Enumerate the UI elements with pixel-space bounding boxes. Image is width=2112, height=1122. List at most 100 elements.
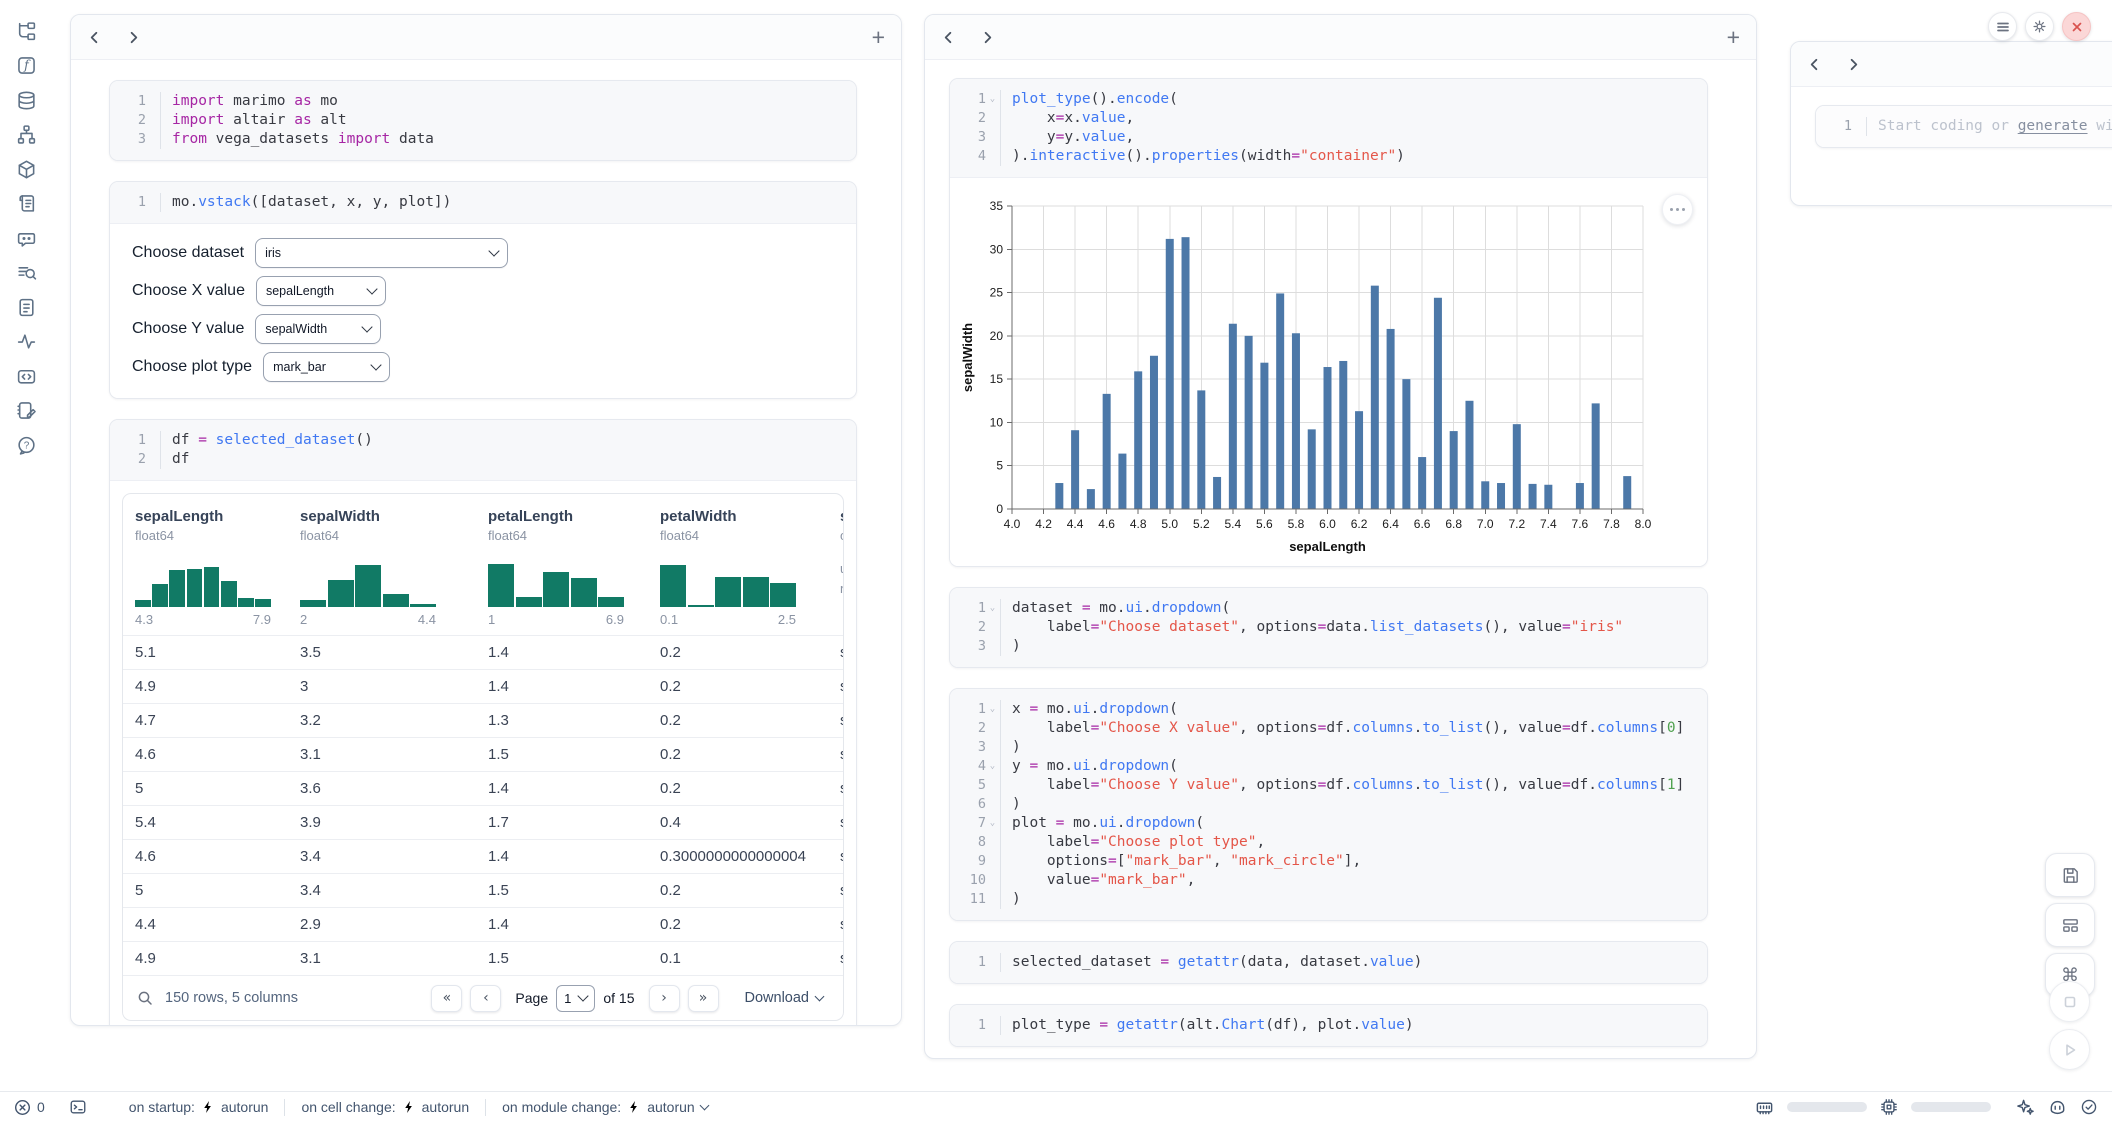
code-line: 3 y=y.value, — [960, 128, 1693, 147]
svg-text:7.2: 7.2 — [1508, 517, 1525, 531]
altair-chart[interactable]: 4.04.24.44.64.85.05.25.45.65.86.06.26.46… — [950, 178, 1707, 564]
chevron-right-icon[interactable] — [980, 30, 995, 45]
errors-indicator[interactable]: 0 — [14, 1099, 45, 1116]
code-editor[interactable]: 1⌄dataset = mo.ui.dropdown(2 label="Choo… — [950, 588, 1707, 667]
dropdown-select-choose-y-value[interactable]: sepalWidth — [255, 314, 381, 344]
help-icon[interactable]: ? — [0, 428, 52, 463]
dependency-graph-icon[interactable] — [0, 118, 52, 153]
table-row: 4.93.11.50.1setosa — [123, 941, 843, 975]
notebook-menu-button[interactable] — [1988, 12, 2017, 41]
table-row: 4.42.91.40.2setosa — [123, 907, 843, 941]
variables-icon[interactable]: f — [0, 49, 52, 84]
logs-icon[interactable] — [0, 256, 52, 291]
column-header-sepalLength[interactable]: sepalLengthfloat644.37.9 — [135, 508, 300, 627]
prev-page-button[interactable]: ‹ — [470, 985, 501, 1012]
scroll-icon[interactable] — [0, 187, 52, 222]
line-number: 10 — [960, 871, 986, 890]
save-button[interactable] — [2045, 853, 2095, 897]
column-right-toolbar — [1791, 42, 2112, 87]
terminal-button[interactable] — [69, 1098, 87, 1116]
code-editor[interactable]: 1⌄plot_type().encode(2 x=x.value,3 y=y.v… — [950, 79, 1707, 177]
scratchpad-icon[interactable] — [0, 394, 52, 429]
code-editor[interactable]: 1mo.vstack([dataset, x, y, plot]) — [110, 182, 856, 223]
download-button[interactable]: Download — [739, 989, 830, 1007]
stop-button[interactable] — [2049, 981, 2090, 1022]
code-editor[interactable]: 1plot_type = getattr(alt.Chart(df), plot… — [950, 1005, 1707, 1046]
code-line: 2 x=x.value, — [960, 109, 1693, 128]
line-number: 9 — [960, 852, 986, 871]
chat-bot-icon[interactable] — [0, 221, 52, 256]
chevron-right-icon[interactable] — [1846, 57, 1861, 72]
first-page-button[interactable]: « — [431, 985, 462, 1012]
fold-marker[interactable]: ⌄ — [986, 814, 999, 833]
page-number-select[interactable]: 1 — [556, 985, 595, 1012]
dropdown-select-choose-x-value[interactable]: sepalLength — [256, 276, 386, 306]
on-cell-change-setting[interactable]: on cell change: autorun — [295, 1099, 475, 1115]
code-line: 3) — [960, 738, 1693, 757]
search-icon[interactable] — [137, 990, 153, 1006]
svg-text:4.4: 4.4 — [1067, 517, 1084, 531]
table-row: 5.13.51.40.2setosa — [123, 635, 843, 669]
dropdown-label: Choose X value — [132, 282, 245, 300]
fold-spacer — [986, 128, 999, 147]
add-cell-button[interactable]: + — [872, 26, 885, 49]
chart-output: 4.04.24.44.64.85.05.25.45.65.86.06.26.46… — [950, 177, 1707, 566]
code-editor-empty[interactable]: 1Start coding or generate with AI — [1816, 106, 2112, 147]
run-button[interactable] — [2049, 1029, 2090, 1070]
svg-text:5.2: 5.2 — [1193, 517, 1210, 531]
dropdown-select-choose-dataset[interactable]: iris — [255, 238, 508, 268]
dropdown-label: Choose Y value — [132, 320, 244, 338]
dropdown-value: mark_bar — [273, 360, 326, 374]
svg-text:8.0: 8.0 — [1635, 517, 1652, 531]
chevron-left-icon[interactable] — [941, 30, 956, 45]
shutdown-close-button[interactable] — [2062, 12, 2091, 41]
line-number: 2 — [120, 111, 146, 130]
row-count-summary: 150 rows, 5 columns — [165, 990, 298, 1006]
add-cell-button[interactable]: + — [1727, 26, 1740, 49]
column-header-sepalWidth[interactable]: sepalWidthfloat6424.4 — [300, 508, 488, 627]
line-number: 3 — [960, 738, 986, 757]
chevron-left-icon[interactable] — [1807, 57, 1822, 72]
packages-icon[interactable] — [0, 152, 52, 187]
dropdown-select-choose-plot-type[interactable]: mark_bar — [263, 352, 390, 382]
column-header-petalWidth[interactable]: petalWidthfloat640.12.5 — [660, 508, 840, 627]
line-number: 1 — [960, 90, 986, 109]
chevron-left-icon[interactable] — [87, 30, 102, 45]
datasources-icon[interactable] — [0, 83, 52, 118]
table-header: sepalLengthfloat644.37.9sepalWidthfloat6… — [123, 494, 843, 635]
column-header-petalLength[interactable]: petalLengthfloat6416.9 — [488, 508, 660, 627]
code-editor[interactable]: 1selected_dataset = getattr(data, datase… — [950, 942, 1707, 983]
cell-xy-plot-dropdowns: 1⌄x = mo.ui.dropdown(2 label="Choose X v… — [949, 688, 1708, 921]
chevron-right-icon[interactable] — [126, 30, 141, 45]
tracing-icon[interactable] — [0, 325, 52, 360]
code-editor[interactable]: 1⌄x = mo.ui.dropdown(2 label="Choose X v… — [950, 689, 1707, 920]
code-editor[interactable]: 1df = selected_dataset()2df — [110, 420, 856, 480]
code-line: 3from vega_datasets import data — [120, 130, 842, 149]
last-page-button[interactable]: » — [688, 985, 719, 1012]
on-startup-setting[interactable]: on startup: autorun — [123, 1099, 275, 1115]
documentation-icon[interactable] — [0, 290, 52, 325]
snippets-icon[interactable] — [0, 359, 52, 394]
cell-plot-type: 1plot_type = getattr(alt.Chart(df), plot… — [949, 1004, 1708, 1047]
fold-marker[interactable]: ⌄ — [986, 599, 999, 618]
ai-sparkles-icon[interactable] — [2016, 1098, 2035, 1117]
code-line: 1selected_dataset = getattr(data, datase… — [960, 953, 1693, 972]
layout-button[interactable] — [2045, 903, 2095, 947]
fold-marker[interactable]: ⌄ — [986, 757, 999, 776]
line-number: 4 — [960, 147, 986, 166]
page-label: Page — [515, 990, 548, 1006]
fold-marker[interactable]: ⌄ — [986, 90, 999, 109]
column-header-species[interactable]: speciesobjectunique:nulls: — [840, 508, 843, 627]
ram-icon — [1755, 1098, 1774, 1117]
chart-menu-button[interactable] — [1662, 194, 1693, 225]
error-count: 0 — [37, 1099, 45, 1115]
file-tree-icon[interactable] — [0, 14, 52, 49]
settings-gear-button[interactable] — [2025, 12, 2054, 41]
connection-status-icon[interactable] — [2080, 1098, 2098, 1116]
copilot-icon[interactable] — [2048, 1098, 2067, 1117]
next-page-button[interactable]: › — [649, 985, 680, 1012]
fold-spacer — [986, 953, 999, 972]
on-module-change-setting[interactable]: on module change: autorun — [496, 1099, 714, 1115]
fold-marker[interactable]: ⌄ — [986, 700, 999, 719]
code-editor[interactable]: 1import marimo as mo2import altair as al… — [110, 81, 856, 160]
